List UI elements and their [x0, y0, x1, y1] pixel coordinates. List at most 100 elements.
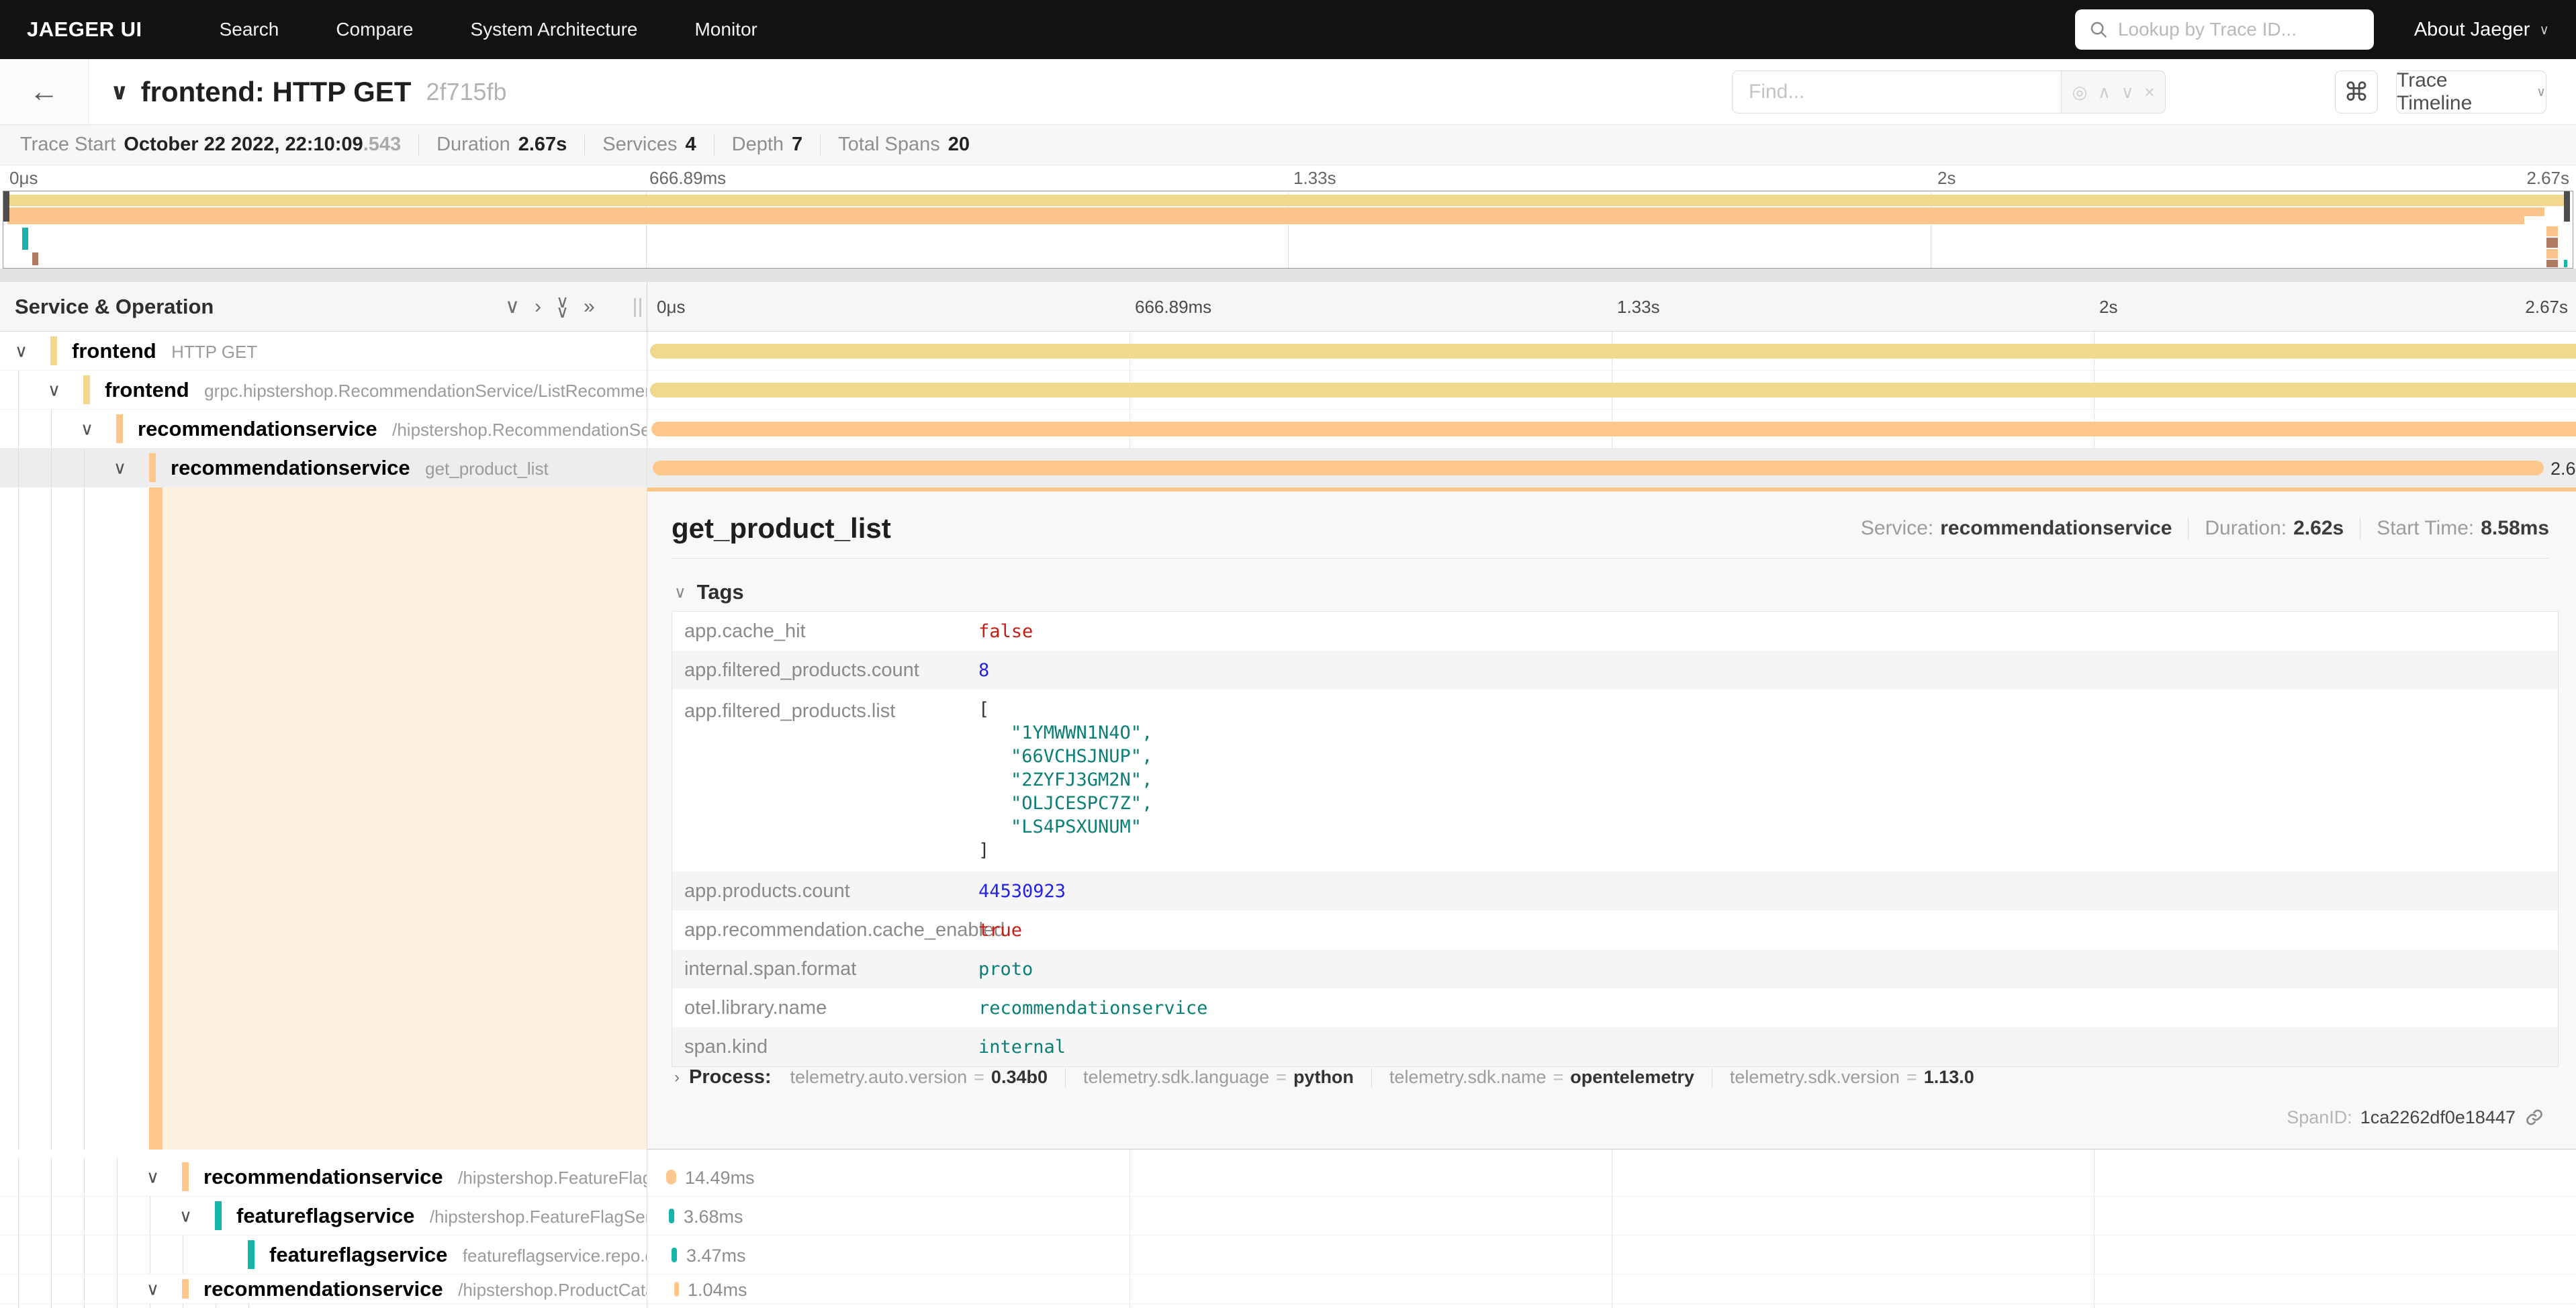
collapse-one-icon[interactable]: ∨: [505, 295, 520, 318]
service-color-bar: [50, 336, 57, 365]
services-value: 4: [686, 134, 696, 156]
nav-item-system-architecture[interactable]: System Architecture: [471, 19, 638, 40]
span-detail-meta: Service: recommendationservice Duration:…: [1861, 517, 2549, 540]
keyboard-shortcuts-button[interactable]: ⌘: [2335, 71, 2378, 113]
search-icon: [2088, 19, 2109, 40]
minimap-right-drag-handle[interactable]: [2564, 191, 2570, 222]
span-collapse-icon[interactable]: ∨: [146, 1166, 159, 1187]
nav-items: Search Compare System Architecture Monit…: [220, 19, 757, 40]
nav-item-search[interactable]: Search: [220, 19, 279, 40]
trace-titlebar: ← ∨ frontend: HTTP GET 2f715fb ◎ ∧ ∨ × ⌘…: [0, 59, 2576, 125]
span-collapse-icon[interactable]: ∨: [113, 457, 126, 478]
span-bar[interactable]: [651, 422, 2576, 436]
span-bar[interactable]: [650, 344, 2576, 359]
trace-view-selector[interactable]: Trace Timeline ∨: [2396, 71, 2546, 113]
span-row-recommendation-list: ∨ recommendationservice /hipstershop.Rec…: [0, 410, 2576, 449]
minimap-left-drag-handle[interactable]: [3, 191, 9, 222]
tag-key: span.kind: [672, 1036, 978, 1058]
trace-id-lookup[interactable]: [2075, 9, 2374, 50]
span-collapse-icon[interactable]: ∨: [146, 1278, 159, 1299]
span-name[interactable]: frontend HTTP GET: [72, 339, 257, 363]
span-collapse-icon[interactable]: ∨: [48, 379, 60, 400]
service-color-bar: [182, 1279, 189, 1299]
expand-all-icon[interactable]: »: [584, 295, 595, 318]
span-detail-header: get_product_list Service: recommendation…: [672, 508, 2549, 559]
find-controls: ◎ ∧ ∨ ×: [2061, 71, 2166, 113]
jaeger-logo[interactable]: JAEGER UI: [27, 17, 142, 42]
span-bar[interactable]: [666, 1170, 676, 1184]
span-tree-cell: ∨ recommendationservice /hipstershop.Rec…: [0, 410, 647, 448]
tag-value: true: [978, 920, 1022, 941]
next-match-icon[interactable]: ∨: [2121, 82, 2134, 103]
start-time-value: 8.58ms: [2481, 517, 2549, 540]
span-bar[interactable]: [672, 1248, 677, 1262]
span-timeline-cell: 1.04ms: [647, 1274, 2576, 1303]
service-value: recommendationservice: [1940, 517, 2172, 540]
divider: [418, 135, 419, 155]
nav-item-compare[interactable]: Compare: [336, 19, 413, 40]
span-name[interactable]: recommendationservice /hipstershop.Featu…: [203, 1165, 647, 1189]
jaeger-trace-page: JAEGER UI Search Compare System Architec…: [0, 0, 2576, 1308]
span-collapse-icon[interactable]: ∨: [81, 418, 93, 439]
operation-name: /hipstershop.RecommendationService/Lis..…: [392, 420, 647, 440]
collapse-controls: ∨ › ∨ ∨ »: [505, 282, 595, 331]
span-collapse-icon[interactable]: ∨: [179, 1205, 192, 1226]
span-row-get-product-list: ∨ recommendationservice get_product_list…: [0, 449, 2576, 487]
trace-id-lookup-input[interactable]: [2118, 19, 2360, 40]
column-resize-grip[interactable]: [634, 298, 641, 317]
tag-key: app.cache_hit: [672, 620, 978, 643]
span-rows: ∨ frontend HTTP GET ∨ frontend grpc.hips…: [0, 332, 2576, 1308]
span-tree-cell: ∨ recommendationservice get_product_list: [0, 449, 647, 487]
span-name[interactable]: recommendationservice /hipstershop.Produ…: [203, 1277, 647, 1301]
find-input[interactable]: [1732, 71, 2061, 113]
nav-item-monitor[interactable]: Monitor: [694, 19, 757, 40]
span-name[interactable]: featureflagservice featureflagservice.re…: [269, 1243, 647, 1267]
equals-sign: =: [1276, 1067, 1287, 1088]
span-name[interactable]: recommendationservice get_product_list: [171, 456, 549, 480]
prev-match-icon[interactable]: ∧: [2098, 82, 2111, 103]
deep-link-icon[interactable]: [2524, 1107, 2545, 1128]
span-bar[interactable]: [669, 1209, 674, 1223]
timeline-tick: 666.89ms: [1135, 297, 1211, 318]
indent-guides: [18, 410, 84, 448]
total-spans-label: Total Spans: [838, 134, 940, 156]
minimap-span-featureflag: [22, 228, 28, 250]
json-string: "LS4PSXUNUM": [978, 815, 1152, 839]
timeline-minimap[interactable]: [3, 191, 2573, 269]
tag-value: false: [978, 621, 1033, 642]
service-color-bar: [149, 453, 156, 482]
focus-match-icon[interactable]: ◎: [2072, 82, 2088, 103]
clear-find-icon[interactable]: ×: [2144, 82, 2154, 103]
span-duration-label: 3.47ms: [686, 1246, 746, 1266]
trace-summary-bar: Trace Start October 22 2022, 22:10:09 .5…: [0, 125, 2576, 165]
span-bar[interactable]: [674, 1282, 679, 1297]
process-toggle-icon[interactable]: ›: [674, 1068, 680, 1087]
about-jaeger-menu[interactable]: About Jaeger ∨: [2414, 19, 2549, 41]
json-string: "2ZYFJ3GM2N",: [978, 768, 1152, 792]
span-tree-cell: ∨ frontend HTTP GET: [0, 332, 647, 370]
span-bar[interactable]: [650, 383, 2576, 398]
span-name[interactable]: featureflagservice /hipstershop.FeatureF…: [236, 1204, 647, 1228]
expand-one-icon[interactable]: ›: [535, 295, 541, 318]
tags-section-toggle[interactable]: ∨ Tags: [674, 580, 744, 604]
trace-title: frontend: HTTP GET: [141, 76, 412, 108]
minimap-ticks: 0μs 666.89ms 1.33s 2s 2.67s: [0, 165, 2576, 191]
trace-collapse-toggle[interactable]: ∨: [110, 79, 129, 105]
process-key: telemetry.sdk.language: [1083, 1067, 1269, 1088]
span-timeline-cell: [647, 410, 2576, 448]
service-name: recommendationservice: [171, 456, 410, 479]
equals-sign: =: [1906, 1067, 1917, 1088]
collapse-all-icon[interactable]: ∨ ∨: [556, 297, 569, 317]
span-row-featureflag-parent: ∨ recommendationservice /hipstershop.Fea…: [0, 1158, 2576, 1197]
span-name[interactable]: frontend grpc.hipstershop.Recommendation…: [105, 378, 647, 402]
service-color-bar: [83, 375, 90, 404]
trace-id-short: 2f715fb: [426, 78, 506, 106]
process-value: python: [1293, 1067, 1354, 1088]
back-button[interactable]: ←: [0, 59, 89, 124]
minimap-span-productcatalog: [32, 252, 38, 265]
span-name[interactable]: recommendationservice /hipstershop.Recom…: [138, 417, 647, 441]
service-color-bar: [215, 1201, 222, 1230]
span-bar[interactable]: [653, 461, 2544, 475]
span-collapse-icon[interactable]: ∨: [15, 340, 28, 361]
service-name: recommendationservice: [138, 417, 377, 440]
